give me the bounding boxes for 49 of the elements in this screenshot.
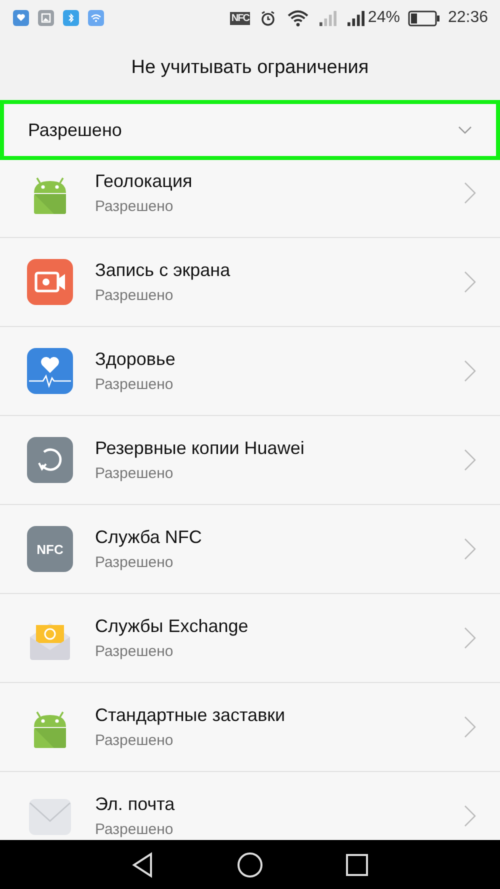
- permission-status: Разрешено: [95, 554, 174, 571]
- battery-icon: [408, 10, 440, 26]
- permission-status: Разрешено: [95, 198, 174, 215]
- app-row[interactable]: Запись с экрана Разрешено: [0, 238, 500, 327]
- permission-status: Разрешено: [95, 643, 174, 660]
- app-row[interactable]: Службы Exchange Разрешено: [0, 594, 500, 683]
- wifi-icon: [88, 10, 104, 26]
- chevron-down-icon: [458, 125, 472, 135]
- app-row[interactable]: NFC Служба NFC Разрешено: [0, 505, 500, 594]
- signal-icon: [346, 10, 366, 26]
- video-camera-icon: [27, 259, 73, 305]
- app-name: Здоровье: [95, 349, 176, 370]
- app-name: Запись с экрана: [95, 260, 232, 281]
- gallery-icon: [38, 10, 54, 26]
- app-row[interactable]: Стандартные заставки Разрешено: [0, 683, 500, 772]
- bluetooth-icon: [63, 10, 79, 26]
- permission-status: Разрешено: [95, 465, 174, 482]
- home-button[interactable]: [236, 850, 264, 878]
- permission-status: Разрешено: [95, 287, 174, 304]
- app-name: Служба NFC: [95, 527, 203, 548]
- chevron-right-icon: [464, 538, 476, 560]
- permission-status: Разрешено: [95, 821, 174, 838]
- app-name: Стандартные заставки: [95, 705, 286, 726]
- chevron-right-icon: [464, 627, 476, 649]
- chevron-right-icon: [464, 449, 476, 471]
- app-name: Геолокация: [95, 171, 194, 192]
- chevron-right-icon: [464, 182, 476, 204]
- restore-icon: [27, 437, 73, 483]
- nfc-icon: NFC: [230, 12, 250, 24]
- signal-icon: [318, 10, 338, 26]
- chevron-right-icon: [464, 716, 476, 738]
- permission-status: Разрешено: [95, 732, 174, 749]
- nfc-icon: NFC: [27, 526, 73, 572]
- clock-time: 22:36: [448, 9, 488, 27]
- app-row[interactable]: Резервные копии Huawei Разрешено: [0, 416, 500, 505]
- permission-status: Разрешено: [95, 376, 174, 393]
- wifi-icon: [286, 10, 310, 26]
- filter-dropdown[interactable]: Разрешено: [0, 100, 500, 160]
- battery-percent: 24%: [368, 9, 400, 27]
- app-name: Резервные копии Huawei: [95, 438, 306, 459]
- app-name: Службы Exchange: [95, 616, 250, 637]
- app-name: Эл. почта: [95, 794, 176, 815]
- app-row[interactable]: Здоровье Разрешено: [0, 327, 500, 416]
- screen-title: Не учитывать ограничения: [131, 57, 369, 79]
- chevron-right-icon: [464, 271, 476, 293]
- app-row[interactable]: Геолокация Разрешено: [0, 160, 500, 238]
- chevron-right-icon: [464, 360, 476, 382]
- heart-pulse-icon: [27, 348, 73, 394]
- chevron-right-icon: [464, 805, 476, 827]
